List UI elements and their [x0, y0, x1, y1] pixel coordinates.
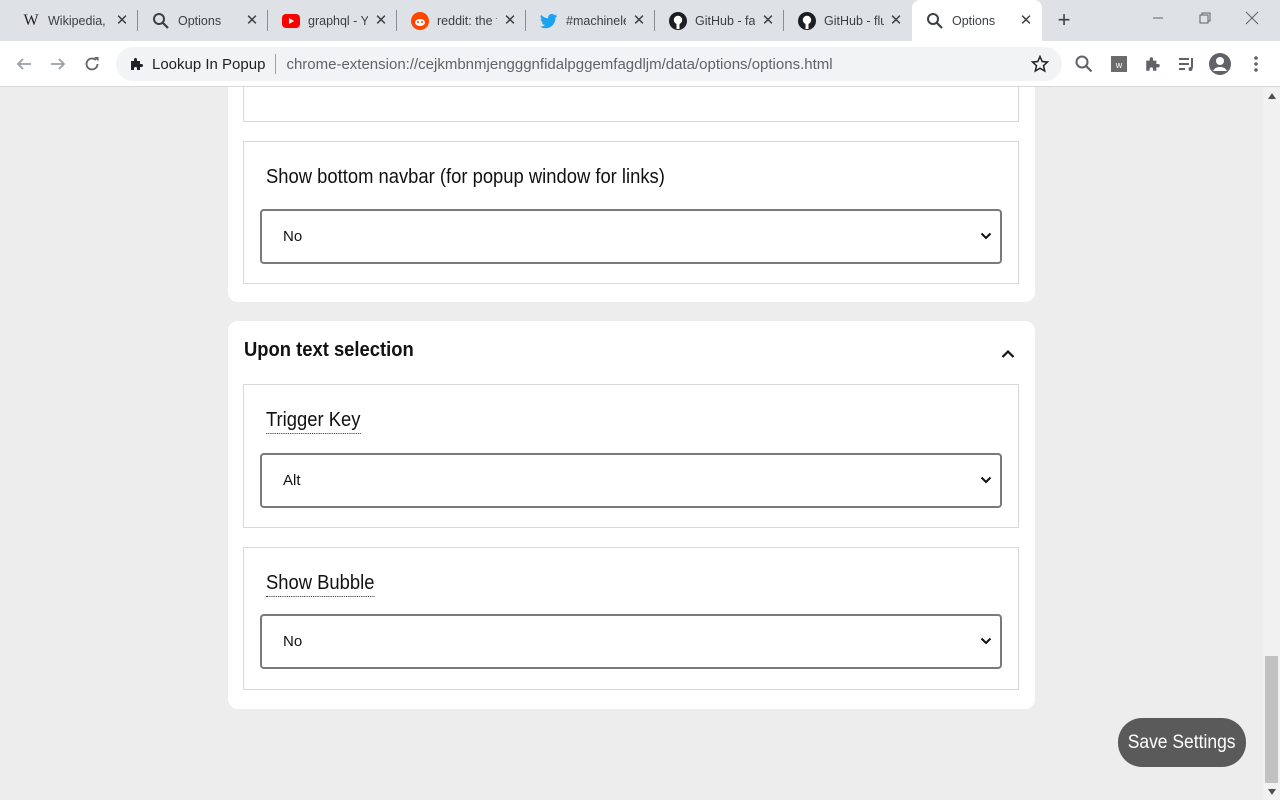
- trigger-key-value: Alt: [283, 472, 301, 489]
- bookmark-star-icon[interactable]: [1030, 54, 1050, 74]
- tab-title: Options: [952, 13, 996, 28]
- wordpress-extension-icon[interactable]: w: [1107, 52, 1131, 76]
- close-icon[interactable]: ✕: [631, 12, 647, 29]
- forward-button[interactable]: [46, 52, 70, 76]
- show-bubble-value: No: [283, 633, 303, 650]
- option-box-previous: [243, 87, 1019, 122]
- restore-button[interactable]: [1183, 0, 1227, 36]
- option-box-trigger-key: Trigger Key Alt: [243, 384, 1019, 528]
- save-settings-label: Save Settings: [1128, 731, 1236, 753]
- close-icon[interactable]: ✕: [502, 12, 518, 29]
- window-close-button[interactable]: [1230, 0, 1274, 36]
- new-tab-button[interactable]: +: [1052, 7, 1076, 32]
- close-icon[interactable]: ✕: [114, 12, 130, 29]
- tab-title: Options: [178, 13, 222, 28]
- youtube-icon: [282, 12, 300, 30]
- browser-toolbar: Lookup In Popup chrome-extension://cejkm…: [0, 41, 1280, 87]
- show-bubble-select[interactable]: No: [260, 614, 1002, 669]
- tab-wikipedia[interactable]: W Wikipedia, t ✕: [8, 0, 138, 41]
- settings-card-popup: Show bottom navbar (for popup window for…: [228, 87, 1035, 302]
- close-icon[interactable]: ✕: [1018, 12, 1034, 29]
- tab-title: #machinele: [566, 13, 626, 28]
- show-bubble-label: Show Bubble: [266, 572, 375, 597]
- menu-kebab-icon[interactable]: [1244, 52, 1268, 76]
- scroll-up-arrow-icon[interactable]: [1263, 87, 1280, 104]
- media-control-icon[interactable]: [1175, 52, 1199, 76]
- search-icon: [926, 12, 944, 30]
- reload-button[interactable]: [80, 52, 104, 76]
- close-icon[interactable]: ✕: [373, 12, 389, 29]
- close-icon[interactable]: ✕: [888, 12, 904, 29]
- trigger-key-select[interactable]: Alt: [260, 453, 1002, 508]
- extensions-icon[interactable]: [1141, 52, 1165, 76]
- section-title: Upon text selection: [244, 339, 414, 361]
- svg-text:w: w: [1115, 60, 1123, 70]
- close-icon[interactable]: ✕: [760, 12, 776, 29]
- navbar-label: Show bottom navbar (for popup window for…: [266, 166, 665, 188]
- extension-puzzle-icon: [128, 55, 146, 73]
- chevron-down-icon: [978, 472, 994, 488]
- wikipedia-icon: W: [23, 11, 39, 29]
- close-icon[interactable]: ✕: [244, 12, 260, 29]
- site-name: Lookup In Popup: [152, 55, 266, 73]
- chevron-down-icon: [978, 228, 994, 244]
- option-box-navbar: Show bottom navbar (for popup window for…: [243, 141, 1019, 284]
- tab-github-1[interactable]: GitHub - fa ✕: [655, 0, 784, 41]
- search-icon: [152, 12, 170, 30]
- tab-title: Wikipedia, t: [48, 13, 108, 28]
- reddit-icon: [411, 11, 429, 30]
- scroll-down-arrow-icon[interactable]: [1263, 783, 1280, 800]
- save-settings-button[interactable]: Save Settings: [1118, 718, 1246, 767]
- page-scrollbar[interactable]: [1263, 87, 1280, 800]
- tab-youtube[interactable]: graphql - Yo ✕: [268, 0, 397, 41]
- trigger-key-label: Trigger Key: [266, 409, 361, 434]
- tab-title: GitHub - flu: [824, 13, 884, 28]
- chevron-up-icon[interactable]: [999, 345, 1017, 363]
- tab-title: reddit: the f: [437, 13, 497, 28]
- minimize-button[interactable]: [1136, 0, 1180, 36]
- tab-title: graphql - Yo: [308, 13, 368, 28]
- navbar-select[interactable]: No: [260, 209, 1002, 264]
- url-text[interactable]: chrome-extension://cejkmbnmjengggnfidalp…: [286, 56, 832, 73]
- tab-reddit[interactable]: reddit: the f ✕: [397, 0, 526, 41]
- tab-title: GitHub - fa: [695, 13, 755, 28]
- tab-options-active[interactable]: Options ✕: [912, 0, 1042, 41]
- github-icon: [669, 11, 687, 30]
- tab-github-2[interactable]: GitHub - flu ✕: [784, 0, 912, 41]
- options-page: Show bottom navbar (for popup window for…: [0, 87, 1263, 800]
- tab-strip: W Wikipedia, t ✕ Options ✕ graphql - Yo …: [0, 0, 1280, 41]
- profile-avatar-icon[interactable]: [1208, 52, 1232, 76]
- address-bar[interactable]: Lookup In Popup chrome-extension://cejkm…: [116, 47, 1062, 81]
- settings-card-selection: Upon text selection Trigger Key Alt Show…: [228, 321, 1035, 709]
- chevron-down-icon: [978, 633, 994, 649]
- navbar-select-value: No: [283, 228, 303, 245]
- github-icon: [798, 11, 816, 30]
- address-divider: [275, 54, 277, 74]
- tab-twitter[interactable]: #machinele ✕: [526, 0, 655, 41]
- tab-options[interactable]: Options ✕: [138, 0, 268, 41]
- back-button[interactable]: [12, 52, 36, 76]
- scrollbar-thumb[interactable]: [1265, 656, 1278, 783]
- lookup-search-icon[interactable]: [1072, 52, 1096, 76]
- option-box-show-bubble: Show Bubble No: [243, 547, 1019, 690]
- twitter-icon: [540, 12, 558, 30]
